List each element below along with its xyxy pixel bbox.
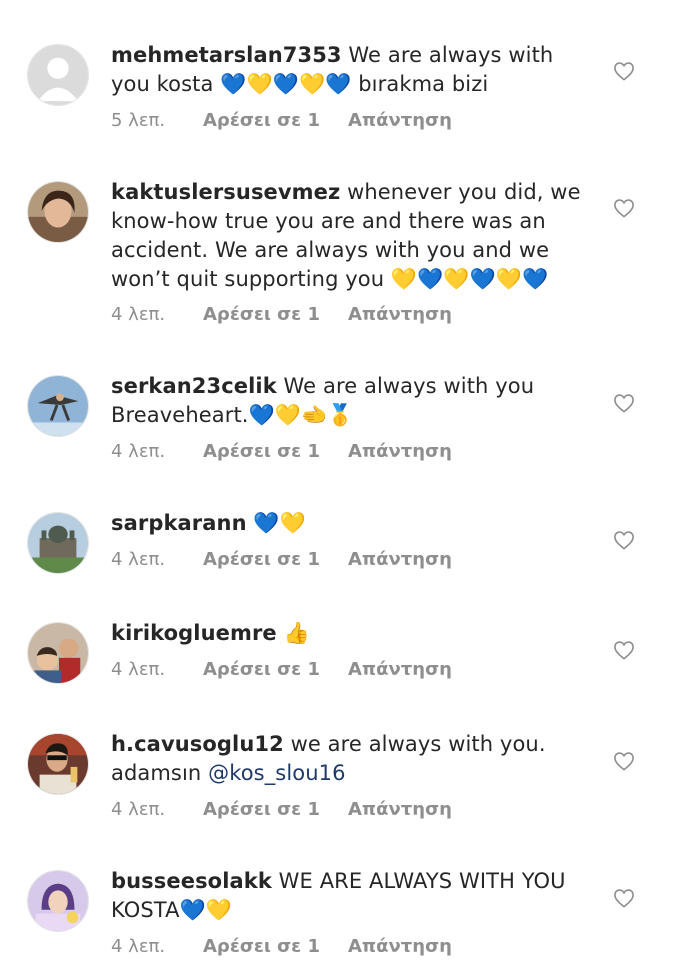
heart-icon[interactable] [613, 198, 635, 218]
comment-time: 4 λεπ. [111, 936, 166, 957]
avatar[interactable] [27, 733, 89, 795]
comment-text: mehmetarslan7353 We are always with you … [111, 41, 591, 99]
avatar[interactable] [27, 622, 89, 684]
heart-icon[interactable] [613, 888, 635, 908]
heart-icon[interactable] [613, 530, 635, 550]
comment-body: 👍 [276, 621, 310, 645]
comment-likes[interactable]: Αρέσει σε 1 [203, 547, 320, 573]
comment-username[interactable]: sarpkarann [111, 511, 247, 535]
comment-username[interactable]: mehmetarslan7353 [111, 43, 342, 67]
comment-username[interactable]: h.cavusoglu12 [111, 732, 284, 756]
comment-time: 4 λεπ. [111, 799, 166, 820]
comment-time: 4 λεπ. [111, 549, 166, 570]
reply-button[interactable]: Απάντηση [348, 439, 452, 465]
default-avatar-icon [28, 45, 88, 105]
reply-button[interactable]: Απάντηση [348, 547, 452, 573]
comment-likes[interactable]: Αρέσει σε 1 [203, 108, 320, 134]
heart-icon[interactable] [613, 393, 635, 413]
comment-text: h.cavusoglu12 we are always with you. ad… [111, 730, 591, 788]
comment-text: busseesolakk WE ARE ALWAYS WITH YOU KOST… [111, 867, 591, 925]
comment-text: kirikogluemre 👍 [111, 619, 591, 648]
avatar[interactable] [27, 181, 89, 243]
user-photo-icon [28, 182, 88, 242]
heart-icon[interactable] [613, 640, 635, 660]
mention-link[interactable]: @kos_slou16 [208, 761, 345, 785]
comment-body: 💙💛 [246, 511, 306, 535]
reply-button[interactable]: Απάντηση [348, 108, 452, 134]
comment-time: 4 λεπ. [111, 304, 166, 325]
comment-text: kaktuslersusevmez whenever you did, we k… [111, 178, 591, 294]
comment-likes[interactable]: Αρέσει σε 1 [203, 439, 320, 465]
comment-text: serkan23celik We are always with you Bre… [111, 372, 591, 430]
avatar[interactable] [27, 44, 89, 106]
comment-likes[interactable]: Αρέσει σε 1 [203, 657, 320, 683]
comment-username[interactable]: kaktuslersusevmez [111, 180, 340, 204]
heart-icon[interactable] [613, 61, 635, 81]
comment-username[interactable]: kirikogluemre [111, 621, 277, 645]
avatar[interactable] [27, 870, 89, 932]
user-photo-icon [28, 376, 88, 436]
comment-time: 4 λεπ. [111, 441, 166, 462]
reply-button[interactable]: Απάντηση [348, 934, 452, 960]
reply-button[interactable]: Απάντηση [348, 657, 452, 683]
user-photo-icon [28, 734, 88, 794]
comment-time: 4 λεπ. [111, 659, 166, 680]
comment-time: 5 λεπ. [111, 110, 166, 131]
comment-likes[interactable]: Αρέσει σε 1 [203, 302, 320, 328]
comment-username[interactable]: busseesolakk [111, 869, 272, 893]
user-photo-icon [28, 623, 88, 683]
reply-button[interactable]: Απάντηση [348, 797, 452, 823]
comment-likes[interactable]: Αρέσει σε 1 [203, 934, 320, 960]
user-photo-icon [28, 513, 88, 573]
avatar[interactable] [27, 512, 89, 574]
comment-likes[interactable]: Αρέσει σε 1 [203, 797, 320, 823]
heart-icon[interactable] [613, 751, 635, 771]
avatar[interactable] [27, 375, 89, 437]
comment-username[interactable]: serkan23celik [111, 374, 277, 398]
comment-text: sarpkarann 💙💛 [111, 509, 591, 538]
reply-button[interactable]: Απάντηση [348, 302, 452, 328]
user-photo-icon [28, 871, 88, 931]
